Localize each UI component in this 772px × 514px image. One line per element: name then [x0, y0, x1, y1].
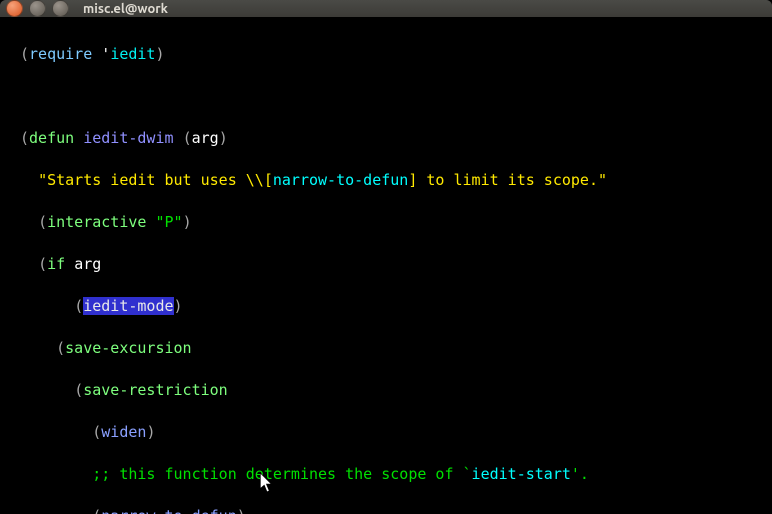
symbol-iedit: iedit [110, 45, 155, 63]
close-icon[interactable] [6, 0, 23, 17]
keyword-if: if [47, 255, 65, 273]
docstring: "Starts iedit but uses [38, 171, 246, 189]
titlebar: misc.el@work [0, 0, 772, 17]
keyword-save-excursion: save-excursion [65, 339, 191, 357]
comment: ;; this function determines the scope of… [92, 465, 471, 483]
maximize-icon[interactable] [52, 0, 69, 17]
minimize-icon[interactable] [29, 0, 46, 17]
keyword-save-restriction: save-restriction [83, 381, 228, 399]
keyword-require: require [29, 45, 92, 63]
window-title: misc.el@work [83, 2, 168, 16]
iedit-mode-occurrence: iedit-mode [83, 297, 173, 315]
emacs-window: misc.el@work (require 'iedit) (defun ied… [0, 0, 772, 514]
editor-buffer[interactable]: (require 'iedit) (defun iedit-dwim (arg)… [0, 17, 772, 514]
function-name: iedit-dwim [83, 129, 173, 147]
keyword-defun: defun [29, 129, 74, 147]
keyword-interactive: interactive [47, 213, 146, 231]
